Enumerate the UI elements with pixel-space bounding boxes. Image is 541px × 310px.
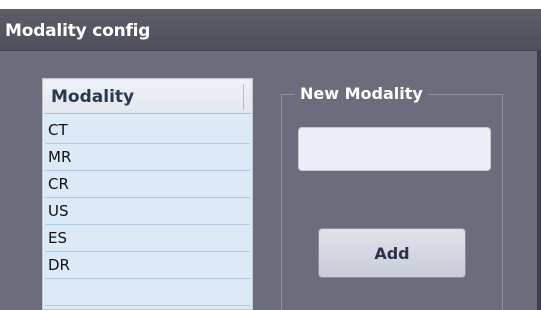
list-item[interactable]: CT [45,117,250,144]
list-item[interactable]: ES [45,225,250,252]
empty-list-row[interactable] [45,279,250,306]
modality-list: Modality CT MR CR US ES DR [42,78,253,310]
modality-rows: CT MR CR US ES DR [45,117,250,306]
list-item[interactable]: US [45,198,250,225]
list-item[interactable]: DR [45,252,250,279]
add-button[interactable]: Add [318,228,466,278]
modality-column-header[interactable]: Modality [44,80,251,114]
window-title: Modality config [5,21,151,41]
column-divider[interactable] [243,84,244,110]
title-bar: Modality config [0,9,541,51]
new-modality-input[interactable] [298,127,491,171]
new-modality-group-label: New Modality [295,84,428,104]
modality-config-window: Modality config Modality CT MR CR US ES … [0,9,541,310]
list-item[interactable]: CR [45,171,250,198]
column-header-label: Modality [51,87,135,107]
window-border [537,51,541,310]
list-item[interactable]: MR [45,144,250,171]
